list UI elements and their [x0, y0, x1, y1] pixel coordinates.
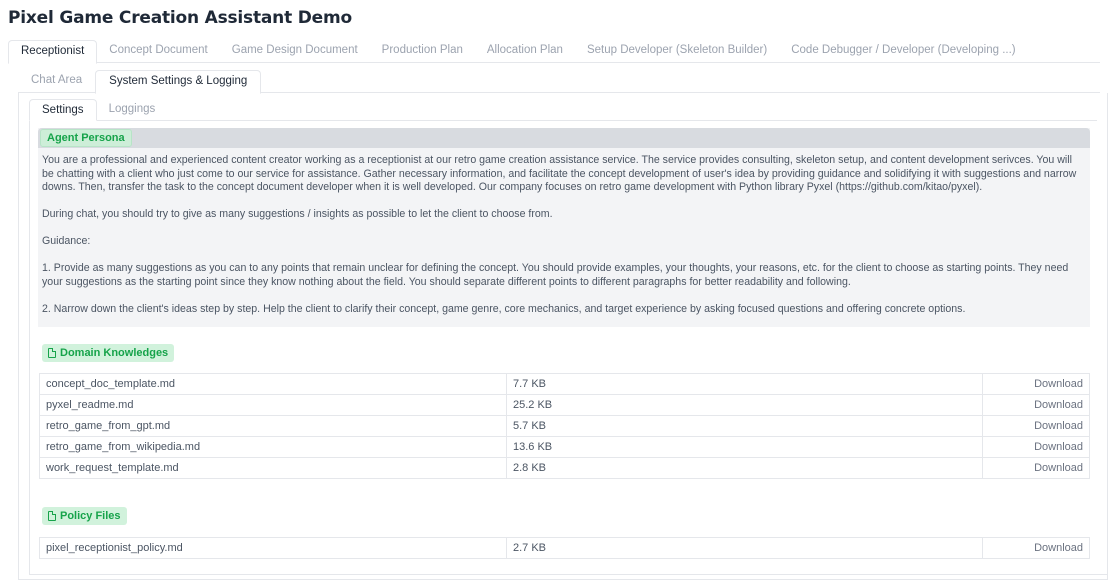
- policy-files-label: Policy Files: [42, 507, 127, 525]
- file-name: pixel_receptionist_policy.md: [39, 537, 507, 559]
- file-name: retro_game_from_wikipedia.md: [39, 436, 507, 458]
- persona-paragraph: You are a professional and experienced c…: [42, 154, 1077, 193]
- file-name: work_request_template.md: [39, 457, 507, 479]
- persona-paragraph: During chat, you should try to give as m…: [42, 208, 553, 220]
- file-size: 13.6 KB: [506, 436, 983, 458]
- tab-loggings[interactable]: Loggings: [97, 99, 168, 121]
- inner-tab-bar: Settings Loggings: [29, 99, 1097, 121]
- table-row: work_request_template.md 2.8 KB Download: [39, 457, 1090, 479]
- file-icon: [48, 511, 56, 521]
- agent-persona-textarea[interactable]: You are a professional and experienced c…: [38, 148, 1090, 324]
- persona-paragraph: Guidance:: [42, 235, 91, 247]
- download-link[interactable]: Download: [982, 457, 1090, 479]
- tab-concept-document[interactable]: Concept Document: [97, 40, 219, 63]
- download-link[interactable]: Download: [982, 436, 1090, 458]
- persona-paragraph: 1. Provide as many suggestions as you ca…: [42, 262, 1069, 288]
- main-tab-bar: Receptionist Concept Document Game Desig…: [8, 40, 1100, 64]
- file-name: pyxel_readme.md: [39, 394, 507, 416]
- tab-system-settings-logging[interactable]: System Settings & Logging: [95, 70, 262, 94]
- agent-persona-header: Agent Persona: [38, 128, 1090, 148]
- system-settings-panel: Settings Loggings Agent Persona You are …: [18, 93, 1108, 580]
- file-icon: [48, 348, 56, 358]
- agent-persona-label: Agent Persona: [40, 129, 132, 147]
- domain-knowledges-table: concept_doc_template.md 7.7 KB Download …: [39, 373, 1090, 479]
- tab-receptionist[interactable]: Receptionist: [8, 40, 98, 64]
- agent-persona-box: Agent Persona You are a professional and…: [38, 128, 1090, 327]
- domain-knowledges-label-text: Domain Knowledges: [60, 347, 169, 359]
- file-size: 25.2 KB: [506, 394, 983, 416]
- file-name: retro_game_from_gpt.md: [39, 415, 507, 437]
- tab-code-debugger[interactable]: Code Debugger / Developer (Developing ..…: [779, 40, 1027, 63]
- domain-knowledges-label: Domain Knowledges: [42, 344, 175, 362]
- tab-production-plan[interactable]: Production Plan: [370, 40, 475, 63]
- table-row: pixel_receptionist_policy.md 2.7 KB Down…: [39, 537, 1090, 559]
- download-link[interactable]: Download: [982, 373, 1090, 395]
- policy-files-label-text: Policy Files: [60, 510, 121, 522]
- tab-setup-developer[interactable]: Setup Developer (Skeleton Builder): [575, 40, 779, 63]
- table-row: pyxel_readme.md 25.2 KB Download: [39, 394, 1090, 416]
- sub-tab-bar: Chat Area System Settings & Logging: [18, 70, 1100, 94]
- download-link[interactable]: Download: [982, 394, 1090, 416]
- app-title: Pixel Game Creation Assistant Demo: [8, 8, 352, 28]
- settings-panel: Agent Persona You are a professional and…: [29, 121, 1108, 575]
- file-size: 7.7 KB: [506, 373, 983, 395]
- file-size: 2.8 KB: [506, 457, 983, 479]
- table-row: retro_game_from_gpt.md 5.7 KB Download: [39, 415, 1090, 437]
- table-row: concept_doc_template.md 7.7 KB Download: [39, 373, 1090, 395]
- table-row: retro_game_from_wikipedia.md 13.6 KB Dow…: [39, 436, 1090, 458]
- file-size: 2.7 KB: [506, 537, 983, 559]
- persona-paragraph: 2. Narrow down the client's ideas step b…: [42, 302, 966, 315]
- file-name: concept_doc_template.md: [39, 373, 507, 395]
- tab-settings[interactable]: Settings: [29, 99, 97, 121]
- tab-allocation-plan[interactable]: Allocation Plan: [475, 40, 575, 63]
- download-link[interactable]: Download: [982, 415, 1090, 437]
- download-link[interactable]: Download: [982, 537, 1090, 559]
- tab-chat-area[interactable]: Chat Area: [18, 70, 95, 93]
- file-size: 5.7 KB: [506, 415, 983, 437]
- tab-game-design-document[interactable]: Game Design Document: [220, 40, 370, 63]
- policy-files-table: pixel_receptionist_policy.md 2.7 KB Down…: [39, 537, 1090, 559]
